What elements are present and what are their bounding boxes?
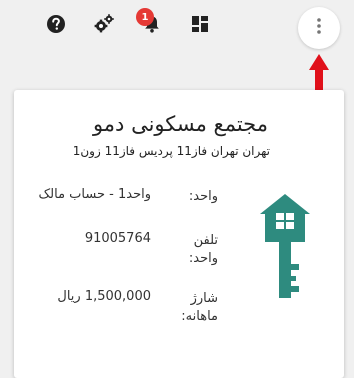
top-toolbar: 1 xyxy=(0,0,354,50)
monthly-charge-value: 1,500,000 ریال xyxy=(57,289,151,304)
dashboard-icon[interactable] xyxy=(188,12,212,36)
unit-label: واحد: xyxy=(188,189,218,204)
more-options-button[interactable] xyxy=(298,7,340,49)
card-title: مجتمع مسکونی دمو xyxy=(92,112,268,136)
unit-phone-value: 91005764 xyxy=(84,231,151,246)
card-subtitle: تهران تهران فاز11 پردیس فاز11 زون1 xyxy=(72,144,270,158)
unit-value: واحد1 - حساب مالک xyxy=(38,187,151,202)
monthly-charge-label: شارژ ماهانه: xyxy=(181,291,218,324)
help-icon[interactable] xyxy=(44,12,68,36)
page: 1 مجتمع مسکونی دمو تهران تهران فاز11 پرد… xyxy=(0,0,354,378)
more-vert-icon xyxy=(316,17,322,39)
settings-icon[interactable] xyxy=(92,12,116,36)
notifications-badge: 1 xyxy=(136,8,154,26)
house-key-icon xyxy=(260,194,310,298)
unit-phone-label: تلفن واحد: xyxy=(188,233,218,266)
complex-card[interactable]: مجتمع مسکونی دمو تهران تهران فاز11 پردیس… xyxy=(14,90,344,378)
